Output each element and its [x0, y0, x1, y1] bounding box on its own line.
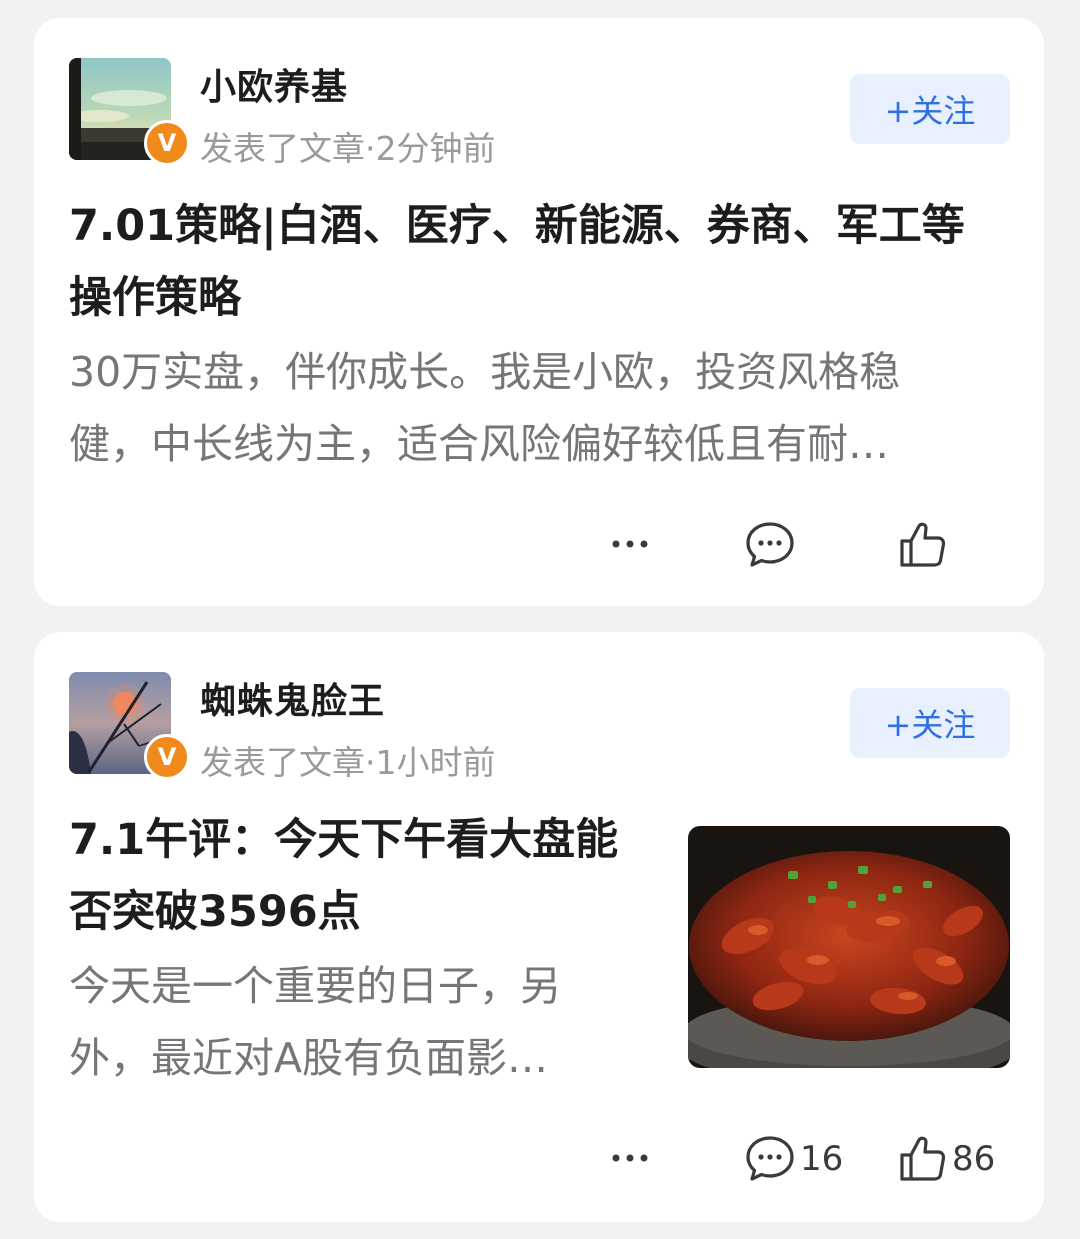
post-summary-line: 健，中长线为主，适合风险偏好较低且有耐… — [69, 420, 889, 468]
more-options-button[interactable] — [610, 1136, 650, 1180]
post-summary-line: 30万实盘，伴你成长。我是小欧，投资风格稳 — [69, 348, 901, 396]
more-dots-icon — [612, 540, 648, 548]
author-name[interactable]: 小欧养基 — [200, 58, 348, 110]
author-name[interactable]: 蜘蛛鬼脸王 — [200, 672, 385, 724]
more-dots-icon — [612, 1154, 648, 1162]
verified-badge-icon: V — [144, 734, 190, 780]
post-title[interactable]: 7.01策略|白酒、医疗、新能源、券商、军工等 操作策略 — [69, 190, 1019, 334]
post-thumbnail[interactable] — [688, 826, 1010, 1068]
post-meta: 发表了文章·1小时前 — [200, 743, 496, 782]
comment-button[interactable] — [744, 520, 800, 570]
article-feed: V 小欧养基 发表了文章·2分钟前 +关注 7.01策略|白酒、医疗、新能源、券… — [0, 0, 1080, 1239]
like-count: 86 — [952, 1139, 996, 1179]
follow-button[interactable]: +关注 — [850, 688, 1010, 758]
more-options-button[interactable] — [610, 522, 650, 566]
post-summary[interactable]: 今天是一个重要的日子，另 外，最近对A股有负面影… — [69, 950, 669, 1094]
post-title-line: 7.01策略|白酒、医疗、新能源、券商、军工等 — [69, 201, 965, 251]
post-summary[interactable]: 30万实盘，伴你成长。我是小欧，投资风格稳 健，中长线为主，适合风险偏好较低且有… — [69, 336, 1019, 480]
post-title-line: 7.1午评：今天下午看大盘能 — [69, 815, 619, 865]
post-summary-line: 今天是一个重要的日子，另 — [69, 962, 561, 1010]
post-summary-line: 外，最近对A股有负面影… — [69, 1034, 549, 1082]
comment-count: 16 — [800, 1139, 844, 1179]
comment-button[interactable]: 16 — [744, 1134, 843, 1184]
thumbs-up-icon — [900, 522, 946, 567]
crayfish-dish-photo-icon — [688, 826, 1010, 1068]
post-meta: 发表了文章·2分钟前 — [200, 129, 496, 168]
comment-bubble-icon — [746, 1136, 794, 1181]
like-button[interactable]: 86 — [898, 1134, 995, 1184]
like-button[interactable] — [898, 520, 952, 570]
follow-button[interactable]: +关注 — [850, 74, 1010, 144]
post-title[interactable]: 7.1午评：今天下午看大盘能 否突破3596点 — [69, 804, 669, 948]
post-title-line: 操作策略 — [69, 273, 241, 323]
post-card[interactable]: V 小欧养基 发表了文章·2分钟前 +关注 7.01策略|白酒、医疗、新能源、券… — [34, 18, 1044, 606]
thumbs-up-icon — [900, 1136, 946, 1181]
post-title-line: 否突破3596点 — [69, 887, 361, 937]
comment-bubble-icon — [746, 522, 794, 567]
post-card[interactable]: V 蜘蛛鬼脸王 发表了文章·1小时前 +关注 7.1午评：今天下午看大盘能 否突… — [34, 632, 1044, 1222]
verified-badge-icon: V — [144, 120, 190, 166]
